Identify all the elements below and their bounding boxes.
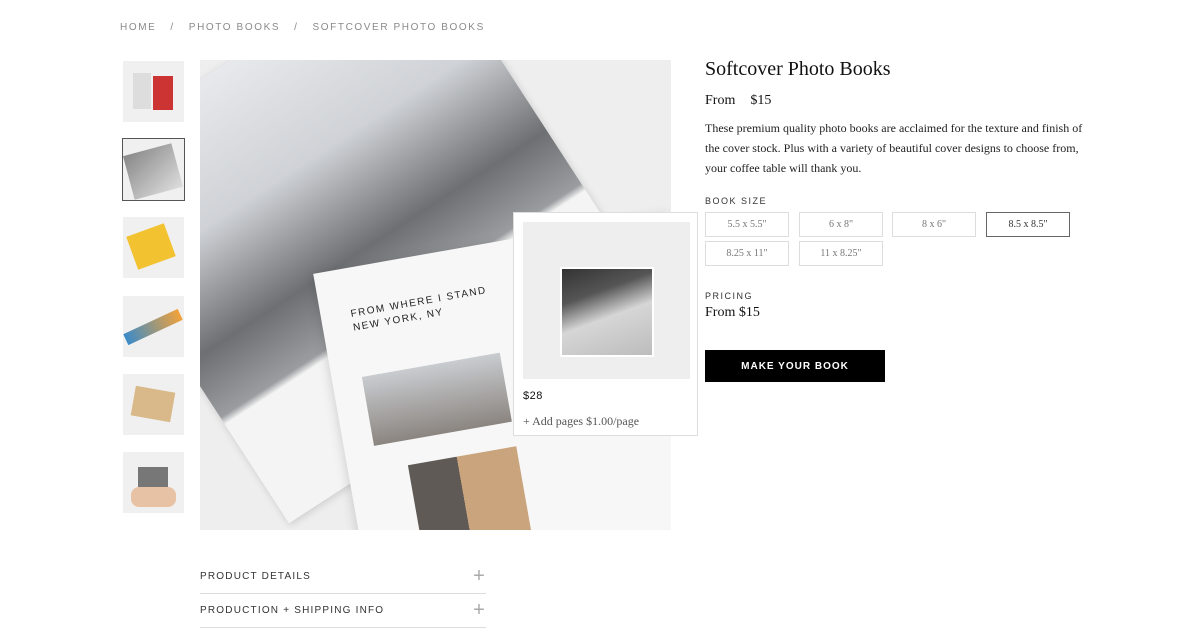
plus-icon[interactable]: + (473, 599, 486, 622)
thumbnail-6[interactable] (123, 452, 184, 513)
thumbnail-2[interactable] (122, 138, 185, 201)
book-size-label: BOOK SIZE (705, 196, 768, 206)
product-from-price: From $15 (705, 93, 772, 108)
make-your-book-button[interactable]: MAKE YOUR BOOK (705, 350, 885, 382)
size-option-selected[interactable]: 8.5 x 8.5" (986, 212, 1070, 237)
breadcrumb-separator: / (170, 22, 175, 33)
size-preview-popup: $28 + Add pages $1.00/page (513, 212, 698, 436)
size-option[interactable]: 5.5 x 5.5" (705, 212, 789, 237)
pricing-value: From $15 (705, 305, 760, 320)
plus-icon[interactable]: + (473, 565, 486, 588)
product-description: These premium quality photo books are ac… (705, 121, 1083, 175)
pricing-label: PRICING (705, 291, 754, 301)
size-option[interactable]: 8.25 x 11" (705, 241, 789, 266)
thumbnail-4[interactable] (123, 296, 184, 357)
preview-image (523, 222, 690, 379)
size-option[interactable]: 8 x 6" (892, 212, 976, 237)
accordion-label: PRODUCT DETAILS (200, 571, 311, 582)
thumbnail-1[interactable] (123, 61, 184, 122)
add-pages-price: + Add pages $1.00/page (523, 414, 640, 428)
breadcrumb: HOME / PHOTO BOOKS / SOFTCOVER PHOTO BOO… (120, 22, 485, 33)
breadcrumb-home[interactable]: HOME (120, 22, 156, 33)
thumbnail-5[interactable] (123, 374, 184, 435)
accordion-production-shipping[interactable]: PRODUCTION + SHIPPING INFO + (200, 594, 486, 628)
accordion-label: PRODUCTION + SHIPPING INFO (200, 605, 385, 616)
thumbnail-3[interactable] (123, 217, 184, 278)
accordion-product-details[interactable]: PRODUCT DETAILS + (200, 560, 486, 594)
breadcrumb-separator: / (294, 22, 299, 33)
size-option[interactable]: 11 x 8.25" (799, 241, 883, 266)
size-option[interactable]: 6 x 8" (799, 212, 883, 237)
breadcrumb-current: SOFTCOVER PHOTO BOOKS (312, 22, 485, 33)
breadcrumb-photo-books[interactable]: PHOTO BOOKS (189, 22, 280, 33)
preview-price: $28 (523, 390, 543, 402)
product-title: Softcover Photo Books (705, 58, 891, 80)
